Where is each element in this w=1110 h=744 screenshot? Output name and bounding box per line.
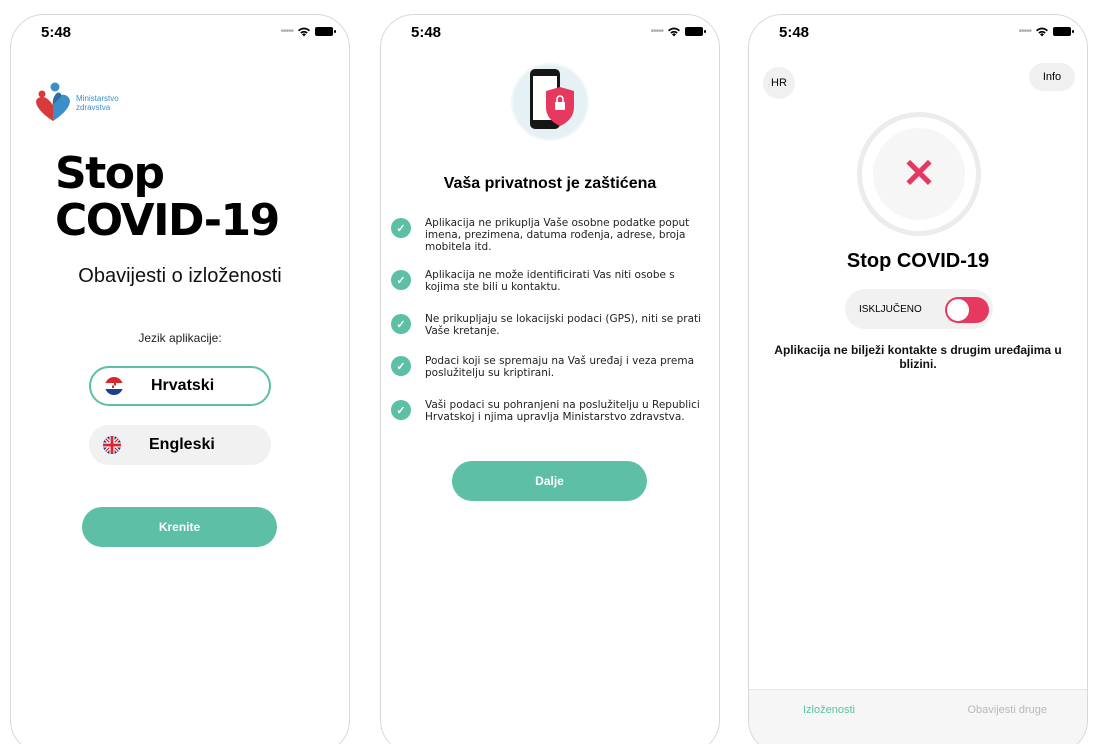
hero-title-line-1: Stop <box>55 148 165 199</box>
ministry-logo: Ministarstvo zdravstva <box>33 81 119 125</box>
status-icons: ••••• <box>650 25 706 37</box>
toggle-label: ISKLJUČENO <box>859 303 922 315</box>
battery-icon <box>315 27 336 36</box>
privacy-item: ✓ Podaci koji se spremaju na Vaš uređaj … <box>391 355 705 399</box>
tab-bar: Izloženosti Obavijesti druge <box>749 689 1087 744</box>
signal-dots-icon: ••••• <box>1018 25 1031 37</box>
checkmark-icon: ✓ <box>391 270 411 290</box>
language-label: Jezik aplikacije: <box>138 331 222 345</box>
checkmark-icon: ✓ <box>391 400 411 420</box>
tab-izlozenosti[interactable]: Izloženosti <box>803 704 855 716</box>
privacy-item-text: Ne prikupljaju se lokacijski podaci (GPS… <box>425 313 702 337</box>
checkmark-icon: ✓ <box>391 218 411 238</box>
hero-title-line-2: COVID-19 <box>55 195 280 246</box>
wifi-icon <box>668 27 680 37</box>
status-icons: ••••• <box>280 25 336 37</box>
privacy-item-text: Aplikacija ne prikuplja Vaše osobne poda… <box>425 217 690 253</box>
logo-text: Ministarstvo zdravstva <box>76 94 119 112</box>
phone-screen-status: 5:48 ••••• HR Info ✕ Stop COVID-19 ISKLJ… <box>748 14 1088 744</box>
status-bar: 5:48 ••••• <box>749 15 1087 51</box>
wifi-icon <box>1036 27 1048 37</box>
checkmark-icon: ✓ <box>391 356 411 376</box>
status-indicator-inner: ✕ <box>873 128 965 220</box>
privacy-item: ✓ Aplikacija ne može identificirati Vas … <box>391 269 705 313</box>
battery-icon <box>1053 27 1074 36</box>
signal-dots-icon: ••••• <box>280 25 293 37</box>
status-time: 5:48 <box>779 24 810 41</box>
wifi-icon <box>298 27 310 37</box>
status-indicator: ✕ <box>857 112 981 236</box>
privacy-item-text: Aplikacija ne može identificirati Vas ni… <box>425 269 675 293</box>
privacy-item: ✓ Vaši podaci su pohranjeni na poslužite… <box>391 399 705 447</box>
phone-screen-welcome: 5:48 ••••• Ministarstvo zdravstva Stop C… <box>10 14 350 744</box>
tab-obavijesti-druge[interactable]: Obavijesti druge <box>968 704 1048 716</box>
status-time: 5:48 <box>411 24 442 41</box>
logo-line-2: zdravstva <box>76 103 111 112</box>
privacy-item-text: Podaci koji se spremaju na Vaš uređaj i … <box>425 355 695 379</box>
status-icons: ••••• <box>1018 25 1074 37</box>
info-button[interactable]: Info <box>1029 63 1075 91</box>
privacy-title: Vaša privatnost je zaštićena <box>443 175 657 192</box>
language-name: Engleski <box>149 436 215 453</box>
privacy-item: ✓ Ne prikupljaju se lokacijski podaci (G… <box>391 313 705 355</box>
close-x-icon: ✕ <box>902 152 936 196</box>
status-bar: 5:48 ••••• <box>381 15 719 51</box>
croatia-flag-icon <box>105 377 123 395</box>
privacy-item-text: Vaši podaci su pohranjeni na poslužitelj… <box>425 399 700 423</box>
ministry-heart-logo-icon <box>36 82 70 121</box>
privacy-list: ✓ Aplikacija ne prikuplja Vaše osobne po… <box>391 217 705 447</box>
language-pill[interactable]: HR <box>763 67 795 99</box>
logo-line-1: Ministarstvo <box>76 94 119 103</box>
language-button-hrvatski[interactable]: Hrvatski <box>89 366 271 406</box>
exposure-toggle-row[interactable]: ISKLJUČENO <box>845 289 993 329</box>
phone-screen-privacy: 5:48 ••••• Vaša privatnost je zaštićena … <box>380 14 720 744</box>
language-button-engleski[interactable]: Engleski <box>89 425 271 465</box>
exposure-toggle-switch[interactable] <box>945 297 989 323</box>
privacy-item: ✓ Aplikacija ne prikuplja Vaše osobne po… <box>391 217 705 269</box>
status-time: 5:48 <box>41 24 72 41</box>
toggle-knob <box>947 299 969 321</box>
start-button[interactable]: Krenite <box>82 507 277 547</box>
checkmark-icon: ✓ <box>391 314 411 334</box>
subtitle: Obavijesti o izloženosti <box>78 265 282 287</box>
signal-dots-icon: ••••• <box>650 25 663 37</box>
language-name: Hrvatski <box>151 377 215 394</box>
hero-title: Stop COVID-19 <box>55 148 280 246</box>
status-bar: 5:48 ••••• <box>11 15 349 51</box>
battery-icon <box>685 27 706 36</box>
next-button[interactable]: Dalje <box>452 461 647 501</box>
app-title: Stop COVID-19 <box>846 250 990 272</box>
phone-shield-lock-icon <box>511 63 589 141</box>
uk-flag-icon <box>103 436 121 454</box>
status-message: Aplikacija ne bilježi kontakte s drugim … <box>774 343 1062 371</box>
